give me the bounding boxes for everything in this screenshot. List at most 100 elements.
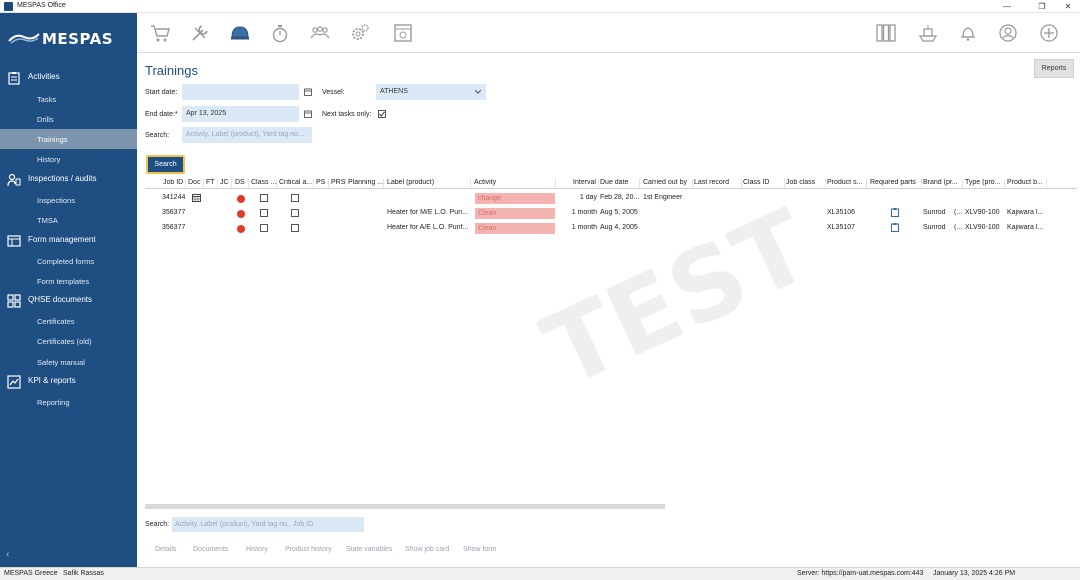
- helmet-icon[interactable]: [229, 22, 251, 44]
- brand-extra-cell: (...: [954, 224, 963, 231]
- tab-show-form[interactable]: Show form: [463, 546, 496, 553]
- column-header[interactable]: Planning ...: [348, 179, 384, 189]
- class-checkbox[interactable]: [260, 224, 268, 232]
- sidebar-item-label: Form templates: [37, 277, 90, 286]
- sidebar-item-safety-manual[interactable]: Safety manual: [0, 352, 137, 372]
- sidebar-item-tmsa[interactable]: TMSA: [0, 210, 137, 230]
- plus-icon[interactable]: [1038, 22, 1060, 44]
- column-header[interactable]: FT: [206, 179, 218, 189]
- class-checkbox[interactable]: [260, 209, 268, 217]
- column-header[interactable]: JC: [220, 179, 232, 189]
- sidebar-item-label: Drills: [37, 115, 54, 124]
- column-header[interactable]: Job ID: [163, 179, 186, 189]
- column-header[interactable]: PS: [316, 179, 329, 189]
- column-header[interactable]: Product s...: [827, 179, 867, 189]
- column-header[interactable]: Due date: [600, 179, 640, 189]
- sidebar-item-inspections[interactable]: Inspections: [0, 190, 137, 210]
- column-header[interactable]: Class ID: [743, 179, 785, 189]
- bottom-search-input[interactable]: Activity, Label (product), Yard tag no.,…: [172, 517, 364, 532]
- documents-icon: [7, 294, 21, 308]
- column-header[interactable]: Critical a...: [279, 179, 314, 189]
- clipboard-parts-icon[interactable]: [891, 223, 899, 232]
- table-row[interactable]: 356377 Heater for M/E L.O. Puri... Clean…: [145, 206, 1077, 221]
- gears-icon[interactable]: [349, 22, 371, 44]
- tab-state-variables[interactable]: State variables: [346, 546, 392, 553]
- nav-group-label: QHSE documents: [28, 295, 93, 304]
- calendar-icon[interactable]: [304, 88, 312, 96]
- binders-icon[interactable]: [875, 22, 897, 44]
- reports-button[interactable]: Reports: [1034, 59, 1074, 78]
- due-date-cell: Aug 4, 2005: [600, 224, 638, 231]
- team-icon[interactable]: [309, 22, 331, 44]
- tools-icon[interactable]: [189, 22, 211, 44]
- nav-group-qhse-documents[interactable]: QHSE documents: [0, 291, 137, 311]
- collapse-sidebar-button[interactable]: ‹: [6, 549, 9, 560]
- table-row[interactable]: 356377 Heater for A/E L.O. Purif... Clea…: [145, 221, 1077, 236]
- sidebar-item-drills[interactable]: Drills: [0, 109, 137, 129]
- column-header[interactable]: Activity: [474, 179, 556, 189]
- column-header[interactable]: Type (pro...: [965, 179, 1005, 189]
- restore-button[interactable]: ❐: [1030, 0, 1054, 13]
- critical-checkbox[interactable]: [291, 224, 299, 232]
- table-row[interactable]: 341244 change 1 day Feb 28, 20... 1st En…: [145, 191, 1077, 206]
- sidebar-item-tasks[interactable]: Tasks: [0, 89, 137, 109]
- user-icon[interactable]: [997, 22, 1019, 44]
- search-button[interactable]: Search: [146, 155, 185, 174]
- search-label: Search:: [145, 132, 170, 139]
- column-header[interactable]: Carried out by: [643, 179, 693, 189]
- nav-group-kpi-reports[interactable]: KPI & reports: [0, 372, 137, 392]
- sidebar-item-completed-forms[interactable]: Completed forms: [0, 251, 137, 271]
- cart-icon[interactable]: [149, 22, 171, 44]
- tab-show-job-card[interactable]: Show job card: [405, 546, 449, 553]
- close-button[interactable]: ✕: [1056, 0, 1080, 13]
- nav-group-inspections[interactable]: Inspections / audits: [0, 170, 137, 190]
- column-header[interactable]: Product b...: [1007, 179, 1047, 189]
- status-dot: [237, 210, 245, 218]
- logo-text: MESPAS: [42, 30, 114, 48]
- document-settings-icon[interactable]: [392, 22, 414, 44]
- horizontal-scrollbar[interactable]: [145, 504, 665, 509]
- calendar-doc-icon[interactable]: [192, 194, 201, 202]
- column-header[interactable]: Job class: [786, 179, 826, 189]
- column-header[interactable]: Doc: [188, 179, 204, 189]
- tab-details[interactable]: Details: [155, 546, 176, 553]
- brand-cell: Sunrod: [923, 209, 946, 216]
- column-header[interactable]: DS: [235, 179, 249, 189]
- vessel-select[interactable]: ATHENS: [376, 84, 486, 100]
- nav-group-label: Activities: [28, 72, 60, 81]
- column-header[interactable]: Interval: [559, 179, 599, 189]
- column-header[interactable]: Required parts: [870, 179, 922, 189]
- start-date-field[interactable]: [182, 84, 299, 100]
- column-header[interactable]: Class ...: [251, 179, 277, 189]
- sidebar-item-reporting[interactable]: Reporting: [0, 392, 137, 412]
- stopwatch-icon[interactable]: [269, 22, 291, 44]
- next-tasks-checkbox[interactable]: [378, 110, 386, 118]
- sidebar-item-history[interactable]: History: [0, 149, 137, 169]
- bell-icon[interactable]: [957, 22, 979, 44]
- job-id-cell: 356377: [162, 224, 186, 231]
- column-header[interactable]: PRS: [331, 179, 346, 189]
- sidebar-item-trainings[interactable]: Trainings: [0, 129, 137, 149]
- end-date-field[interactable]: Apr 13, 2025: [182, 106, 299, 122]
- critical-checkbox[interactable]: [291, 209, 299, 217]
- ship-icon[interactable]: [917, 22, 939, 44]
- critical-checkbox[interactable]: [291, 194, 299, 202]
- nav-group-activities[interactable]: Activities: [0, 68, 137, 88]
- clipboard-parts-icon[interactable]: [891, 208, 899, 217]
- tab-product-history[interactable]: Product history: [285, 546, 332, 553]
- column-header[interactable]: Label (product): [387, 179, 471, 189]
- nav-group-form-management[interactable]: Form management: [0, 231, 137, 251]
- class-checkbox[interactable]: [260, 194, 268, 202]
- tab-documents[interactable]: Documents: [193, 546, 228, 553]
- sidebar-item-form-templates[interactable]: Form templates: [0, 271, 137, 291]
- sidebar-item-certificates[interactable]: Certificates: [0, 311, 137, 331]
- sidebar-item-certificates-old[interactable]: Certificates (old): [0, 331, 137, 351]
- tab-history[interactable]: History: [246, 546, 268, 553]
- carried-out-cell: 1st Engineer: [643, 194, 683, 201]
- column-header[interactable]: Brand (pr...: [923, 179, 963, 189]
- minimize-button[interactable]: —: [995, 0, 1019, 13]
- calendar-icon[interactable]: [304, 110, 312, 118]
- search-input[interactable]: Activity, Label (product), Yard tag no..…: [182, 127, 312, 143]
- column-header[interactable]: Last record: [694, 179, 742, 189]
- status-dot: [237, 225, 245, 233]
